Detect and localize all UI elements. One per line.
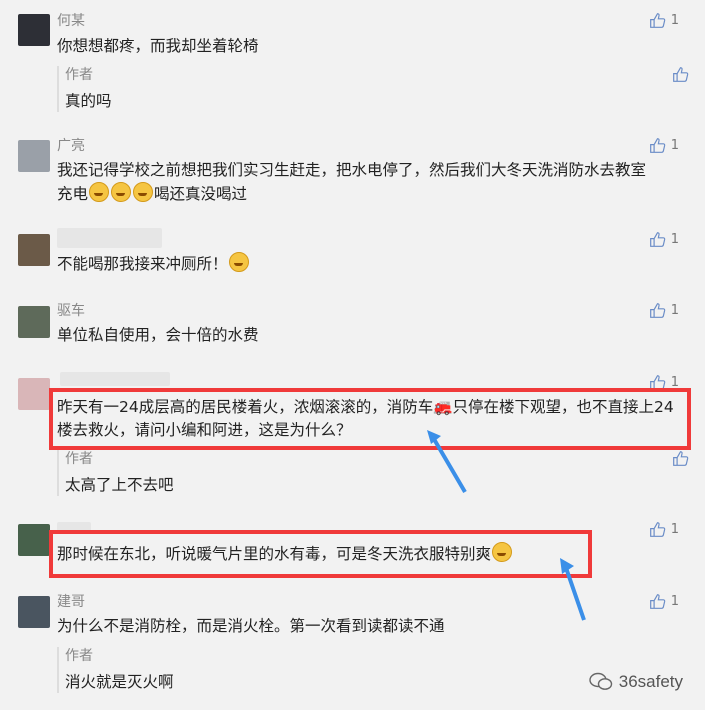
thumbs-up-icon xyxy=(649,13,665,28)
reply-text: 太高了上不去吧 xyxy=(65,476,174,494)
thumbs-up-icon xyxy=(649,232,665,247)
like-count: 1 xyxy=(670,232,679,247)
reply-text: 消火就是灭火啊 xyxy=(65,673,174,691)
flushed-face-icon xyxy=(228,252,249,272)
thumbs-up-icon xyxy=(649,303,665,318)
like-button[interactable]: 1 xyxy=(649,521,679,538)
avatar[interactable] xyxy=(18,234,50,266)
comment-text: 不能喝那我接来冲厕所！ xyxy=(57,252,657,276)
red-highlight-box xyxy=(49,530,592,578)
like-count: 1 xyxy=(670,138,679,153)
crying-face-icon xyxy=(89,182,110,202)
like-button[interactable]: 1 xyxy=(649,12,679,29)
author-reply: 作者 太高了上不去吧 xyxy=(57,450,689,496)
reply-author-name: 作者 xyxy=(65,451,93,467)
like-count: 1 xyxy=(670,594,679,609)
comment-text: 为什么不是消防栓，而是消火栓。第一次看到读都读不通 xyxy=(57,617,445,635)
commenter-name: 广亮 xyxy=(57,138,85,154)
author-reply: 作者 真的吗 xyxy=(57,66,689,112)
like-count: 1 xyxy=(670,303,679,318)
comment-text-tail: 喝还真没喝过 xyxy=(154,185,248,203)
reply-author-name: 作者 xyxy=(65,67,93,83)
blue-arrow-icon xyxy=(560,558,586,621)
commenter-name: 驱车 xyxy=(57,303,85,319)
like-button[interactable]: 1 xyxy=(649,593,679,610)
wechat-icon xyxy=(589,672,612,690)
avatar[interactable] xyxy=(18,596,50,628)
like-count: 1 xyxy=(670,13,679,28)
blue-arrow-icon xyxy=(427,430,467,494)
thumbs-up-icon xyxy=(649,522,665,537)
crying-face-icon xyxy=(133,182,154,202)
like-button[interactable]: 1 xyxy=(649,137,679,154)
watermark-text: 36safety xyxy=(618,672,683,691)
like-button[interactable]: 1 xyxy=(649,302,679,319)
like-count: 1 xyxy=(670,522,679,537)
avatar[interactable] xyxy=(18,524,50,556)
thumbs-up-icon xyxy=(649,138,665,153)
reply-text: 真的吗 xyxy=(65,92,112,110)
commenter-name: 何某 xyxy=(57,13,85,29)
avatar[interactable] xyxy=(18,378,50,410)
reply-like-button[interactable] xyxy=(672,450,689,471)
comment-text: 你想想都疼，而我却坐着轮椅 xyxy=(57,37,259,55)
blurred-name xyxy=(60,372,170,386)
comment-text-main: 不能喝那我接来冲厕所！ xyxy=(57,255,228,273)
commenter-name: 建哥 xyxy=(57,594,85,610)
blurred-name xyxy=(57,228,162,248)
thumbs-up-icon xyxy=(673,451,689,466)
comment-text: 单位私自使用，会十倍的水费 xyxy=(57,326,259,344)
comment-text: 我还记得学校之前想把我们实习生赶走，把水电停了，然后我们大冬天洗消防水去教室充电… xyxy=(57,159,657,206)
crying-face-icon xyxy=(111,182,132,202)
like-button[interactable]: 1 xyxy=(649,231,679,248)
red-highlight-box xyxy=(49,388,691,450)
watermark: 36safety xyxy=(589,672,683,692)
reply-author-name: 作者 xyxy=(65,648,93,664)
thumbs-up-icon xyxy=(673,67,689,82)
reply-like-button[interactable] xyxy=(672,66,689,87)
avatar[interactable] xyxy=(18,140,50,172)
avatar[interactable] xyxy=(18,306,50,338)
thumbs-up-icon xyxy=(649,594,665,609)
avatar[interactable] xyxy=(18,14,50,46)
